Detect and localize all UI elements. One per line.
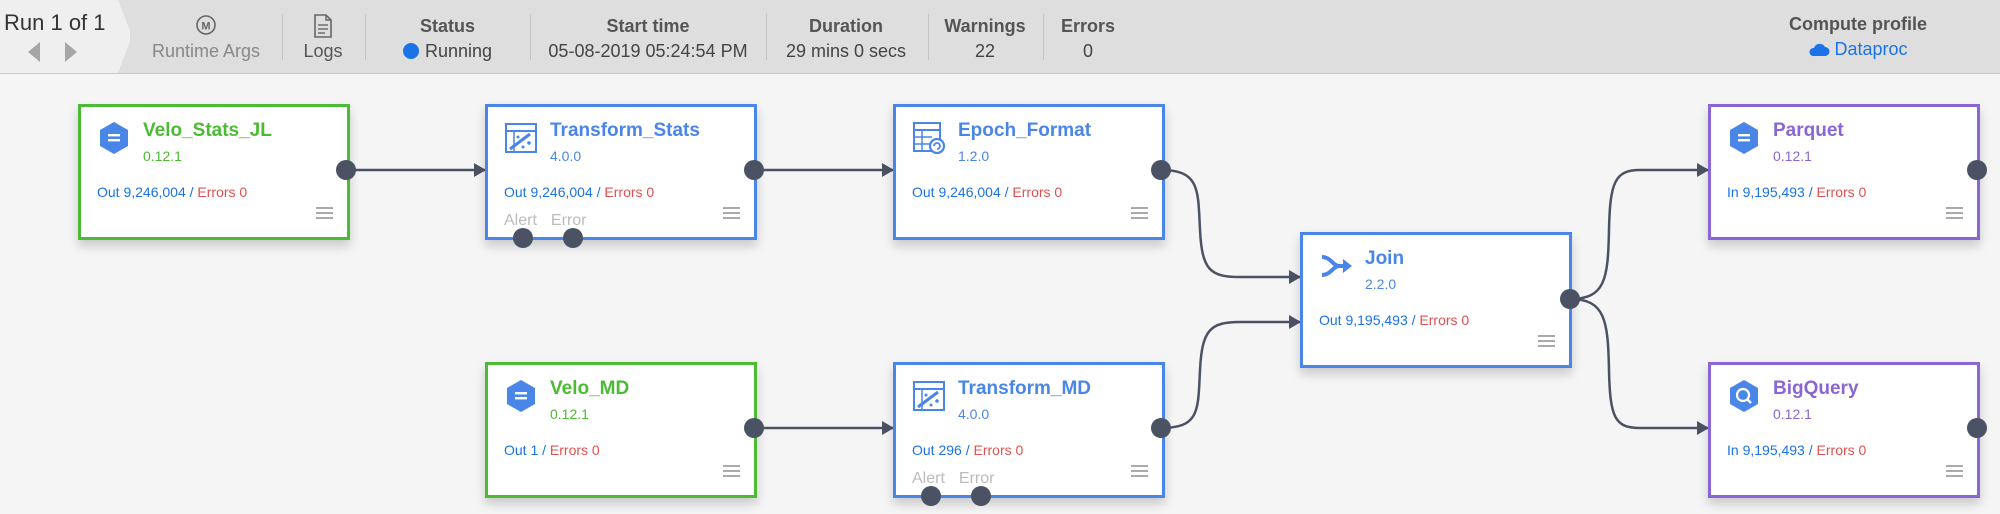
bigquery-icon <box>1730 380 1758 412</box>
output-port[interactable] <box>1967 418 1987 438</box>
errors-count: Errors 0 <box>197 184 248 200</box>
records-in: In 9,195,493 <box>1727 442 1805 458</box>
output-port[interactable] <box>336 160 356 180</box>
menu-icon[interactable] <box>1538 335 1555 348</box>
records-in: In 9,195,493 <box>1727 184 1805 200</box>
error-port-label: Error <box>550 212 587 229</box>
menu-icon[interactable] <box>723 207 740 220</box>
node-name: Velo_Stats_JL <box>143 120 272 141</box>
errors-count: Errors 0 <box>1816 184 1867 200</box>
node-name: BigQuery <box>1773 378 1859 399</box>
node-metrics: In 9,195,493 / Errors 0 <box>1727 442 1866 458</box>
wrangler-icon <box>505 123 537 153</box>
node-metrics: Out 9,246,004 / Errors 0 <box>504 184 654 200</box>
node-metrics: Out 9,195,493 / Errors 0 <box>1319 312 1469 328</box>
records-out: Out 296 <box>912 442 962 458</box>
metric-separator: / <box>1000 184 1013 200</box>
node-metrics: Out 1 / Errors 0 <box>504 442 600 458</box>
output-port[interactable] <box>1151 418 1171 438</box>
errors-count: Errors 0 <box>973 442 1024 458</box>
menu-icon[interactable] <box>723 465 740 478</box>
alert-port[interactable] <box>921 486 941 506</box>
errors-count: Errors 0 <box>549 442 600 458</box>
edge-transform-md-to-join <box>1160 315 1301 430</box>
error-port[interactable] <box>971 486 991 506</box>
node-version: 0.12.1 <box>1773 148 1812 164</box>
node-name: Parquet <box>1773 120 1844 141</box>
edge-join-to-bigquery <box>1569 297 1709 435</box>
node-bigquery[interactable]: BigQuery 0.12.1 In 9,195,493 / Errors 0 <box>1708 362 1980 498</box>
node-version: 4.0.0 <box>958 406 990 422</box>
node-name: Transform_Stats <box>550 120 700 141</box>
node-name: Velo_MD <box>550 378 630 399</box>
errors-count: Errors 0 <box>1419 312 1470 328</box>
records-out: Out 9,246,004 <box>97 184 186 200</box>
metric-separator: / <box>1804 442 1817 458</box>
edge-epoch-format-to-join <box>1160 168 1301 284</box>
node-transform-md[interactable]: Transform_MD 4.0.0 Out 296 / Errors 0 Al… <box>893 362 1165 498</box>
node-name: Transform_MD <box>958 378 1092 399</box>
records-out: Out 9,246,004 <box>504 184 593 200</box>
node-version: 0.12.1 <box>1773 406 1812 422</box>
metric-separator: / <box>538 442 550 458</box>
node-epoch-format[interactable]: Epoch_Format 1.2.0 Out 9,246,004 / Error… <box>893 104 1165 240</box>
output-port[interactable] <box>744 160 764 180</box>
node-name: Epoch_Format <box>958 120 1092 141</box>
wrangler-icon <box>913 381 945 411</box>
alert-port[interactable] <box>513 228 533 248</box>
join-icon <box>1321 255 1352 277</box>
node-ports: Alert Error <box>912 470 1008 488</box>
errors-count: Errors 0 <box>1816 442 1867 458</box>
node-metrics: Out 296 / Errors 0 <box>912 442 1023 458</box>
records-out: Out 1 <box>504 442 539 458</box>
node-version: 0.12.1 <box>143 148 182 164</box>
records-out: Out 9,246,004 <box>912 184 1001 200</box>
metric-separator: / <box>185 184 198 200</box>
output-port[interactable] <box>744 418 764 438</box>
menu-icon[interactable] <box>1131 465 1148 478</box>
metric-separator: / <box>961 442 974 458</box>
node-metrics: In 9,195,493 / Errors 0 <box>1727 184 1866 200</box>
table-refresh-icon <box>913 122 946 155</box>
metric-separator: / <box>592 184 605 200</box>
menu-icon[interactable] <box>1946 207 1963 220</box>
alert-port-label: Alert <box>504 212 537 229</box>
errors-count: Errors 0 <box>604 184 655 200</box>
metric-separator: / <box>1407 312 1420 328</box>
node-version: 0.12.1 <box>550 406 589 422</box>
output-port[interactable] <box>1151 160 1171 180</box>
node-version: 2.2.0 <box>1365 276 1397 292</box>
alert-port-label: Alert <box>912 470 945 487</box>
menu-icon[interactable] <box>1946 465 1963 478</box>
node-velo-stats-jl[interactable]: Velo_Stats_JL 0.12.1 Out 9,246,004 / Err… <box>78 104 350 240</box>
menu-icon[interactable] <box>316 207 333 220</box>
edge-join-to-parquet <box>1569 163 1709 301</box>
node-version: 1.2.0 <box>958 148 990 164</box>
node-parquet[interactable]: Parquet 0.12.1 In 9,195,493 / Errors 0 <box>1708 104 1980 240</box>
node-join[interactable]: Join 2.2.0 Out 9,195,493 / Errors 0 <box>1300 232 1572 368</box>
node-name: Join <box>1365 248 1405 269</box>
node-metrics: Out 9,246,004 / Errors 0 <box>912 184 1062 200</box>
metric-separator: / <box>1804 184 1817 200</box>
node-velo-md[interactable]: Velo_MD 0.12.1 Out 1 / Errors 0 <box>485 362 757 498</box>
node-metrics: Out 9,246,004 / Errors 0 <box>97 184 247 200</box>
error-port[interactable] <box>563 228 583 248</box>
errors-count: Errors 0 <box>1012 184 1063 200</box>
database-hex-icon <box>100 122 128 154</box>
node-ports: Alert Error <box>504 212 600 230</box>
output-port[interactable] <box>1967 160 1987 180</box>
output-port[interactable] <box>1560 289 1580 309</box>
database-hex-icon <box>1730 122 1758 154</box>
records-out: Out 9,195,493 <box>1319 312 1408 328</box>
error-port-label: Error <box>958 470 995 487</box>
node-transform-stats[interactable]: Transform_Stats 4.0.0 Out 9,246,004 / Er… <box>485 104 757 240</box>
database-hex-icon <box>507 380 535 412</box>
node-version: 4.0.0 <box>550 148 582 164</box>
menu-icon[interactable] <box>1131 207 1148 220</box>
